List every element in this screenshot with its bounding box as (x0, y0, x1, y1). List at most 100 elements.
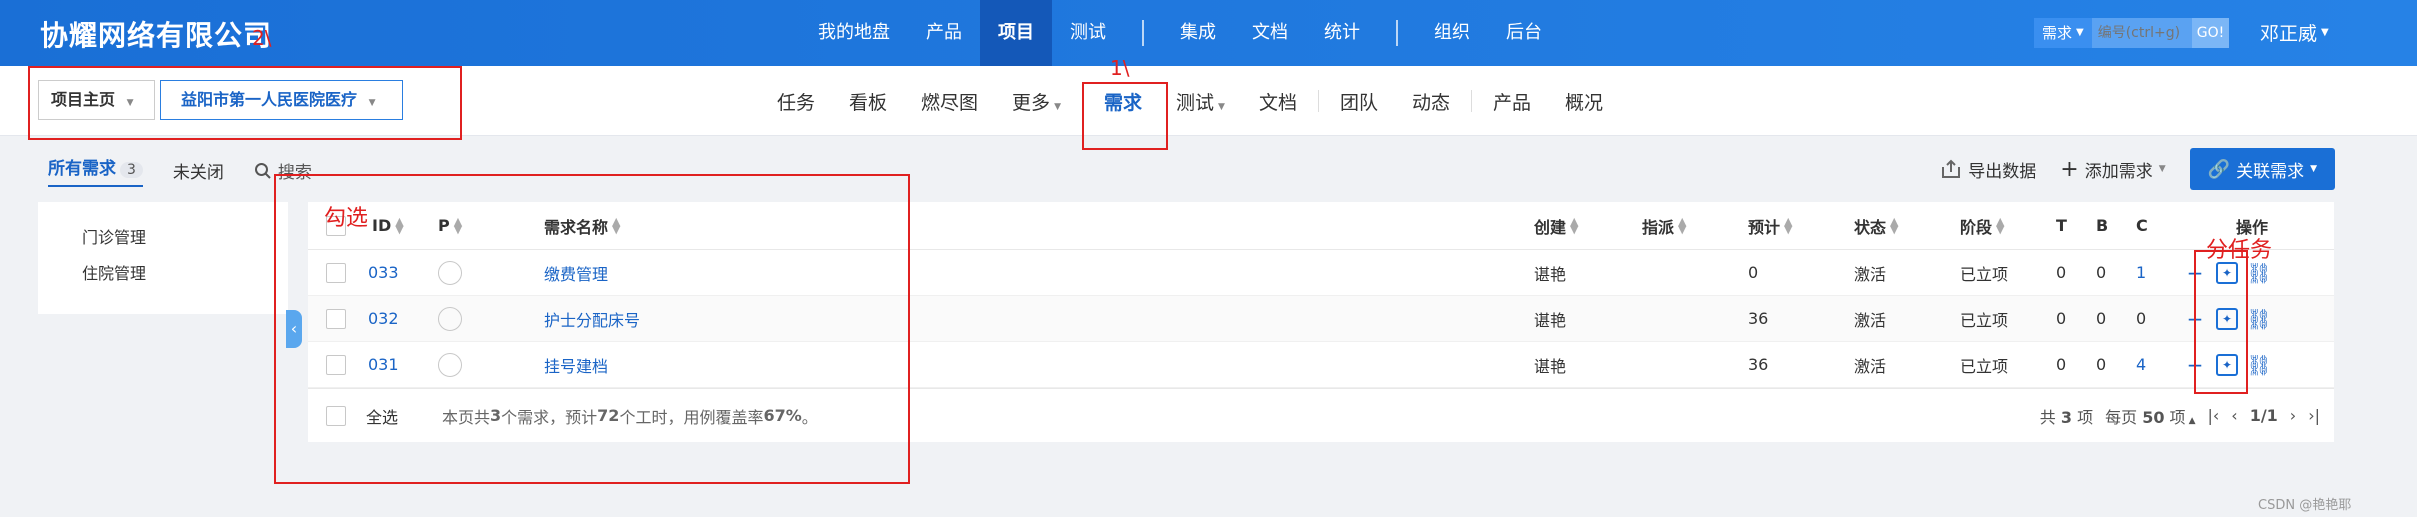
caret-down-icon: ▼ (2076, 27, 2084, 38)
tab-team[interactable]: 团队 (1323, 88, 1395, 115)
col-b: B (2096, 216, 2109, 235)
story-t: 0 (2056, 263, 2067, 282)
nav-admin[interactable]: 后台 (1488, 0, 1560, 66)
next-page-icon[interactable]: › (2290, 406, 2296, 425)
story-status: 激活 (1854, 310, 1887, 330)
story-t: 0 (2056, 309, 2067, 328)
tab-kanban[interactable]: 看板 (832, 88, 904, 115)
total-count: 共 3 项 (2040, 404, 2093, 428)
story-c[interactable]: 4 (2136, 342, 2146, 387)
sort-icon: ▲ ▼ (1996, 214, 2005, 236)
nav-stats[interactable]: 统计 (1306, 0, 1378, 66)
col-stage[interactable]: 阶段 ▲ ▼ (1960, 202, 2004, 249)
story-estimate: 36 (1748, 355, 1769, 374)
nav-product[interactable]: 产品 (908, 0, 980, 66)
caret-up-icon: ▲ (2188, 415, 2196, 426)
search-icon (254, 162, 271, 179)
story-c[interactable]: 1 (2136, 250, 2146, 295)
col-status[interactable]: 状态 ▲ ▼ (1854, 202, 1898, 249)
unlink-icon[interactable]: ⛓ (2246, 307, 2271, 331)
tab-test[interactable]: 测试 ▼ (1159, 88, 1242, 115)
annotation-box-checkbox (274, 174, 910, 484)
nav-divider (1142, 20, 1144, 46)
story-b: 0 (2096, 263, 2107, 282)
nav-my[interactable]: 我的地盘 (800, 0, 908, 66)
per-page-number: 50 (2142, 407, 2165, 427)
page-indicator: 1/1 (2249, 406, 2278, 425)
col-stage-label: 阶段 (1960, 217, 1993, 237)
story-creator: 谌艳 (1534, 264, 1567, 284)
caret-down-icon: ▼ (2321, 27, 2329, 38)
total-number: 3 (2060, 407, 2073, 427)
link-story-label: 关联需求 (2236, 161, 2305, 182)
filter-all-label: 所有需求 (48, 159, 116, 179)
unlink-icon[interactable]: ⛓ (2246, 261, 2271, 285)
tab-dynamic[interactable]: 动态 (1395, 88, 1467, 115)
nav-ci[interactable]: 集成 (1162, 0, 1234, 66)
per-page-text: 项 (2164, 407, 2186, 427)
story-estimate: 0 (1748, 263, 1759, 282)
tab-product[interactable]: 产品 (1476, 88, 1548, 115)
tab-more[interactable]: 更多 ▼ (995, 88, 1078, 115)
caret-down-icon: ▼ (2158, 164, 2166, 174)
plus-icon: + (2060, 156, 2079, 182)
annotation-box-story-tab (1082, 82, 1168, 150)
tab-burndown[interactable]: 燃尽图 (904, 88, 995, 115)
add-story-button[interactable]: + 添加需求 ▼ (2060, 157, 2165, 182)
export-label: 导出数据 (1968, 161, 2037, 182)
subnav-divider (1317, 90, 1319, 112)
watermark: CSDN @艳艳耶 (2258, 498, 2352, 513)
sort-icon: ▲ ▼ (1784, 214, 1793, 236)
project-nav: 任务 看板 燃尽图 更多 ▼ 需求 测试 ▼ 文档 团队 动态 产品 概况 (760, 66, 1620, 136)
story-stage: 已立项 (1960, 264, 2009, 284)
annotation-label-2: 2\ (252, 26, 272, 50)
top-navbar: 协耀网络有限公司 我的地盘 产品 项目 测试 集成 文档 统计 组织 后台 需求… (0, 0, 2417, 66)
sort-icon: ▲ ▼ (1570, 214, 1579, 236)
col-c: C (2136, 216, 2148, 235)
col-assign-label: 指派 (1642, 217, 1675, 237)
tab-doc[interactable]: 文档 (1242, 88, 1314, 115)
tab-overview[interactable]: 概况 (1548, 88, 1620, 115)
per-page-text: 每页 (2105, 407, 2143, 427)
search-input[interactable] (2091, 18, 2192, 48)
filter-count-badge: 3 (120, 162, 143, 178)
per-page-select[interactable]: 每页 50 项 ▲ (2105, 404, 2195, 428)
col-t: T (2056, 216, 2067, 235)
sort-icon: ▲ ▼ (1890, 214, 1899, 236)
caret-down-icon: ▼ (1054, 101, 1061, 112)
story-b: 0 (2096, 355, 2107, 374)
module-item[interactable]: 住院管理 (38, 256, 288, 292)
last-page-icon[interactable]: ›| (2308, 406, 2320, 425)
col-assign[interactable]: 指派 ▲ ▼ (1642, 202, 1686, 249)
main-nav: 我的地盘 产品 项目 测试 集成 文档 统计 组织 后台 (800, 0, 1560, 66)
caret-down-icon: ▼ (1218, 101, 1225, 112)
nav-org[interactable]: 组织 (1416, 0, 1488, 66)
prev-page-icon[interactable]: ‹ (2231, 406, 2237, 425)
nav-project[interactable]: 项目 (980, 0, 1052, 66)
user-menu[interactable]: 邓正威 ▼ (2260, 19, 2329, 46)
col-estimate[interactable]: 预计 ▲ ▼ (1748, 202, 1792, 249)
sort-icon: ▲ ▼ (1678, 214, 1687, 236)
story-creator: 谌艳 (1534, 356, 1567, 376)
col-creator[interactable]: 创建 ▲ ▼ (1534, 202, 1578, 249)
search-go-button[interactable]: GO! (2191, 18, 2230, 48)
export-button[interactable]: 导出数据 (1940, 157, 2036, 182)
first-page-icon[interactable]: |‹ (2207, 406, 2219, 425)
unlink-icon[interactable]: ⛓ (2246, 353, 2271, 377)
tab-task[interactable]: 任务 (760, 88, 832, 115)
filter-unclosed[interactable]: 未关闭 (173, 158, 224, 183)
brand-logo[interactable]: 协耀网络有限公司 (40, 14, 272, 54)
tab-test-label: 测试 (1176, 91, 1215, 114)
toolbar-actions: 导出数据 + 添加需求 ▼ 🔗 关联需求 ▼ (1940, 148, 2335, 190)
caret-down-icon: ▼ (2310, 164, 2317, 174)
filter-all[interactable]: 所有需求 3 (48, 154, 143, 187)
story-status: 激活 (1854, 356, 1887, 376)
search-type-select[interactable]: 需求 ▼ (2034, 18, 2092, 48)
module-item[interactable]: 门诊管理 (38, 220, 288, 256)
export-icon (1942, 159, 1961, 178)
link-icon: 🔗 (2207, 158, 2231, 180)
nav-doc[interactable]: 文档 (1234, 0, 1306, 66)
link-story-button[interactable]: 🔗 关联需求 ▼ (2189, 148, 2335, 190)
nav-divider (1396, 20, 1398, 46)
annotation-box-split (2194, 250, 2248, 394)
